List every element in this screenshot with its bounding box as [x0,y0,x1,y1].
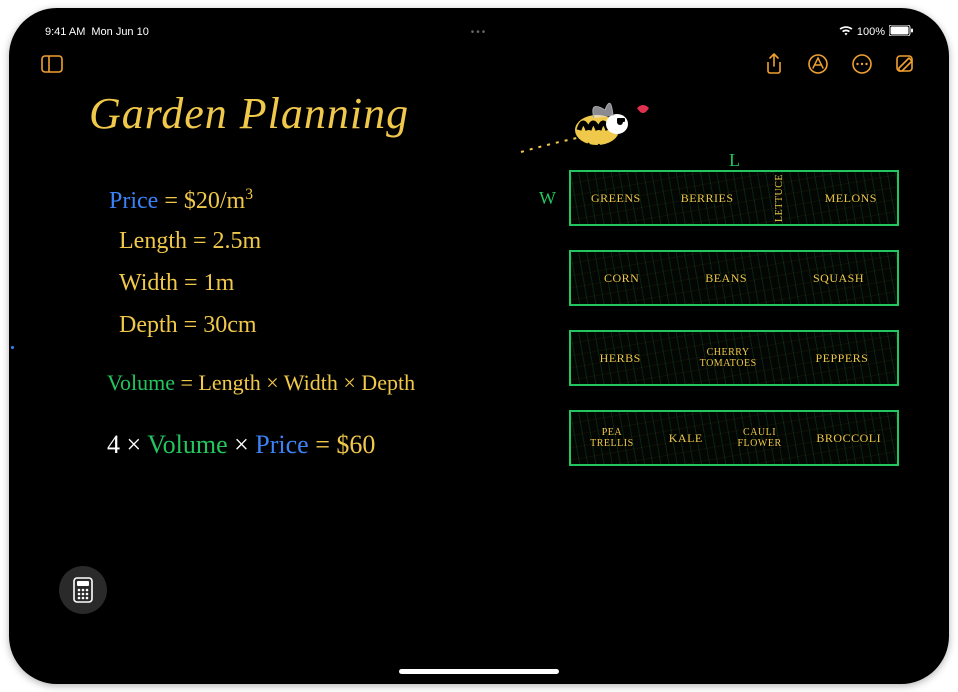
result-eq: = $60 [315,430,375,459]
price-label: Price [109,188,158,214]
plant-label: CHERRY TOMATOES [698,347,758,369]
home-indicator[interactable] [399,669,559,674]
share-button[interactable] [763,53,785,75]
plant-label: GREENS [591,191,641,206]
result-prefix: 4 × [107,430,141,459]
garden-bed-2: HERBS CHERRY TOMATOES PEPPERS [569,330,899,386]
result-price: Price [255,430,308,459]
width-label: Width [119,270,178,296]
bee-drawing [519,88,659,178]
sidebar-toggle-button[interactable] [41,53,63,75]
plant-label: PEPPERS [815,351,868,366]
result-times: × [234,430,249,459]
calculator-icon [72,577,94,603]
ipad-frame: 9:41 AM Mon Jun 10 ••• 100% [9,8,949,684]
note-title: Garden Planning [89,88,409,139]
note-canvas[interactable]: Garden Planning Price = $20/m3 [49,80,909,644]
result-volume: Volume [147,430,227,459]
length-label: Length [119,228,187,254]
garden-label-length: L [729,150,740,171]
plant-label: KALE [669,431,703,446]
plant-label: SQUASH [813,271,864,286]
price-exp: 3 [245,186,253,203]
plant-label: CORN [604,271,639,286]
side-indicator [11,346,14,349]
price-value: $20/m [184,188,245,214]
plant-label: CAULI FLOWER [735,427,785,449]
plant-label: HERBS [600,351,641,366]
wifi-icon [839,26,853,39]
calculator-button[interactable] [59,566,107,614]
garden-label-width: W [539,188,556,209]
garden-bed-1: CORN BEANS SQUASH [569,250,899,306]
depth-label: Depth [119,312,178,338]
equation-length: Length = 2.5m [119,228,261,255]
depth-value: 30cm [203,312,256,338]
equation-result: 4 × Volume × Price = $60 [107,430,375,460]
garden-bed-3: PEA TRELLIS KALE CAULI FLOWER BROCCOLI [569,410,899,466]
plant-label: PEA TRELLIS [587,427,637,449]
garden-bed-0: GREENS BERRIES LETTUCE MELONS [569,170,899,226]
plant-label: BERRIES [681,191,734,206]
markup-button[interactable] [807,53,829,75]
plant-label: BROCCOLI [816,431,881,446]
plant-label: BEANS [705,271,747,286]
width-value: 1m [204,270,235,296]
equation-volume: Volume = Length × Width × Depth [107,370,415,396]
equation-depth: Depth = 30cm [119,312,257,339]
volume-lhs: Volume [107,370,175,395]
volume-rhs: Length × Width × Depth [198,370,415,395]
toolbar [37,46,921,82]
more-button[interactable] [851,53,873,75]
battery-icon [889,25,913,39]
status-bar: 9:41 AM Mon Jun 10 ••• 100% [37,24,921,40]
length-value: 2.5m [213,228,262,254]
status-date: Mon Jun 10 [91,26,148,38]
multitask-dots[interactable]: ••• [471,27,488,38]
status-time: 9:41 AM [45,26,85,38]
compose-button[interactable] [895,53,917,75]
plant-label: MELONS [825,191,877,206]
battery-percent: 100% [857,26,885,38]
equation-price: Price = $20/m3 [109,186,253,215]
equation-width: Width = 1m [119,270,234,297]
plant-label: LETTUCE [774,174,785,222]
